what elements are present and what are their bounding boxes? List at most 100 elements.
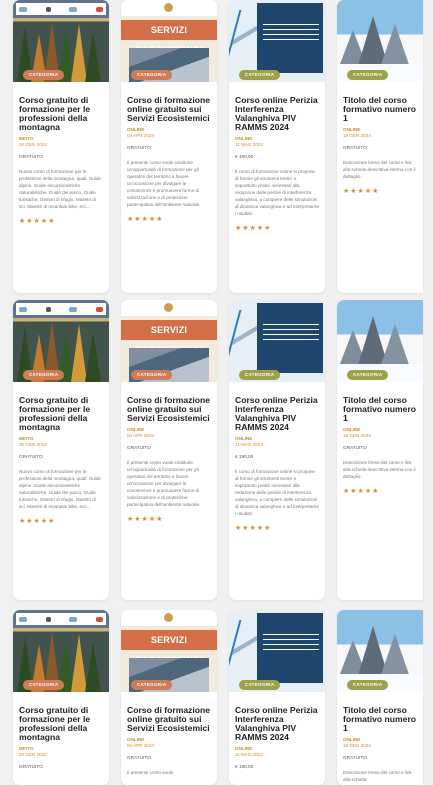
rating-stars: ★★★★★ — [235, 225, 272, 232]
course-card-avalanche-piv[interactable]: CATEGORIA Corso online Perizia Interfere… — [229, 610, 325, 785]
rating-stars: ★★★★★ — [127, 516, 164, 523]
eu-flag-icon — [19, 616, 27, 622]
course-title[interactable]: Titolo del corso formativo numero 1 — [343, 96, 417, 123]
ecosystem-banner: SERVIZI ECOSISTEMICI — [121, 320, 217, 355]
course-title[interactable]: Titolo del corso formativo numero 1 — [343, 396, 417, 423]
course-date: 18 GEN 2024 — [343, 433, 371, 438]
course-description: Il presente corso vuole — [127, 770, 174, 775]
category-badge: CATEGORIA — [239, 680, 281, 690]
header-strip — [121, 610, 217, 626]
category-badge: CATEGORIA — [239, 370, 281, 380]
course-description: Descrizione breve del corso e link alla … — [343, 770, 412, 782]
course-title[interactable]: Titolo del corso formativo numero 1 — [343, 706, 417, 733]
course-date: 11 MAG 2024 — [235, 752, 264, 757]
partner-logos — [16, 613, 106, 625]
eu-flag-icon — [19, 306, 27, 312]
course-title[interactable]: Corso gratuito di formazione per le prof… — [19, 706, 103, 742]
course-date: 11 MAG 2024 — [235, 142, 264, 147]
tree-icon — [85, 32, 101, 82]
course-card-mountain-professions[interactable]: CATEGORIA Corso gratuito di formazione p… — [13, 0, 109, 293]
partner-logos — [16, 303, 106, 315]
region-logo-icon — [69, 306, 78, 312]
course-price: GRATUITO — [127, 755, 151, 760]
course-price: GRATUITO — [19, 454, 43, 459]
course-date: 04 APR 2024 — [127, 743, 155, 748]
course-price: € 190,00 — [235, 454, 254, 459]
course-title[interactable]: Corso online Perizia Interferenza Valang… — [235, 706, 319, 742]
course-date: 30 GEN 2024 — [19, 442, 47, 447]
crest-icon — [45, 6, 51, 12]
course-price: € 190,00 — [235, 154, 254, 159]
ecosystem-banner: SERVIZI ECOSISTEMICI — [121, 630, 217, 665]
course-description: Nuovo corso di formazione per le profess… — [19, 169, 101, 209]
course-card-ecosystem-services[interactable]: SERVIZI ECOSISTEMICI CATEGORIA Corso di … — [121, 610, 217, 785]
rating-stars: ★★★★★ — [343, 488, 380, 495]
course-card-avalanche-piv[interactable]: CATEGORIA Corso online Perizia Interfere… — [229, 0, 325, 293]
header-strip — [121, 300, 217, 316]
course-price: GRATUITO — [343, 145, 367, 150]
seal-icon — [164, 3, 173, 12]
course-price: GRATUITO — [127, 445, 151, 450]
panel-text-lines — [263, 324, 319, 342]
rating-stars: ★★★★★ — [19, 218, 56, 225]
course-card-avalanche-piv[interactable]: CATEGORIA Corso online Perizia Interfere… — [229, 300, 325, 600]
course-description: Il presente corso vuole costituire un'op… — [127, 160, 201, 207]
panel-text-lines — [263, 634, 319, 652]
course-row: CATEGORIA Corso gratuito di formazione p… — [0, 610, 433, 785]
course-description: Descrizione breve del corso e link alla … — [343, 160, 416, 179]
course-date: 04 APR 2024 — [127, 133, 155, 138]
info-panel — [257, 3, 323, 73]
course-date: 11 MAG 2024 — [235, 442, 264, 447]
course-title[interactable]: Corso di formazione online gratuito sui … — [127, 396, 211, 423]
course-title[interactable]: Corso gratuito di formazione per le prof… — [19, 96, 103, 132]
seal-icon — [164, 303, 173, 312]
partner-logos — [16, 3, 106, 15]
course-title[interactable]: Corso di formazione online gratuito sui … — [127, 96, 211, 123]
course-title[interactable]: Corso gratuito di formazione per le prof… — [19, 396, 103, 432]
course-title[interactable]: Corso online Perizia Interferenza Valang… — [235, 396, 319, 432]
crest-icon — [45, 306, 51, 312]
course-price: GRATUITO — [343, 445, 367, 450]
course-card-mountain-professions[interactable]: CATEGORIA Corso gratuito di formazione p… — [13, 610, 109, 785]
course-price: GRATUITO — [343, 755, 367, 760]
category-badge: CATEGORIA — [239, 70, 281, 80]
category-badge: CATEGORIA — [23, 70, 65, 80]
course-title[interactable]: Corso online Perizia Interferenza Valang… — [235, 96, 319, 132]
course-description: Il presente corso vuole costituire un'op… — [127, 460, 201, 507]
course-date: 18 GEN 2024 — [343, 743, 371, 748]
course-date: 18 GEN 2024 — [343, 133, 371, 138]
course-price: GRATUITO — [127, 145, 151, 150]
category-badge: CATEGORIA — [347, 370, 389, 380]
course-card-title-1[interactable]: CATEGORIA Titolo del corso formativo num… — [337, 610, 423, 785]
category-badge: CATEGORIA — [131, 370, 173, 380]
rating-stars: ★★★★★ — [235, 525, 272, 532]
category-badge: CATEGORIA — [131, 70, 173, 80]
category-badge: CATEGORIA — [23, 370, 65, 380]
course-title[interactable]: Corso di formazione online gratuito sui … — [127, 706, 211, 733]
ecosystem-banner: SERVIZI ECOSISTEMICI — [121, 20, 217, 55]
course-card-ecosystem-services[interactable]: SERVIZI ECOSISTEMICI CATEGORIA Corso di … — [121, 0, 217, 293]
seal-icon — [164, 613, 173, 622]
info-panel — [257, 303, 323, 373]
course-price: GRATUITO — [19, 764, 43, 769]
course-description: Il corso di formazione online si propone… — [235, 169, 320, 216]
rating-stars: ★★★★★ — [127, 216, 164, 223]
category-badge: CATEGORIA — [131, 680, 173, 690]
mountain-logo-icon — [95, 6, 103, 12]
info-panel — [257, 613, 323, 683]
course-card-mountain-professions[interactable]: CATEGORIA Corso gratuito di formazione p… — [13, 300, 109, 600]
course-row: CATEGORIA Corso gratuito di formazione p… — [0, 0, 433, 293]
course-price: € 190,00 — [235, 764, 254, 769]
course-date: 04 APR 2024 — [127, 433, 155, 438]
course-card-title-1[interactable]: CATEGORIA Titolo del corso formativo num… — [337, 0, 423, 293]
tree-icon — [85, 332, 101, 382]
course-card-ecosystem-services[interactable]: SERVIZI ECOSISTEMICI CATEGORIA Corso di … — [121, 300, 217, 600]
course-card-title-1[interactable]: CATEGORIA Titolo del corso formativo num… — [337, 300, 423, 600]
course-description: Nuovo corso di formazione per le profess… — [19, 469, 101, 509]
eu-flag-icon — [19, 6, 27, 12]
region-logo-icon — [69, 616, 78, 622]
course-grid: CATEGORIA Corso gratuito di formazione p… — [0, 0, 433, 785]
rating-stars: ★★★★★ — [343, 188, 380, 195]
crest-icon — [45, 616, 51, 622]
course-date: 30 GEN 2024 — [19, 142, 47, 147]
